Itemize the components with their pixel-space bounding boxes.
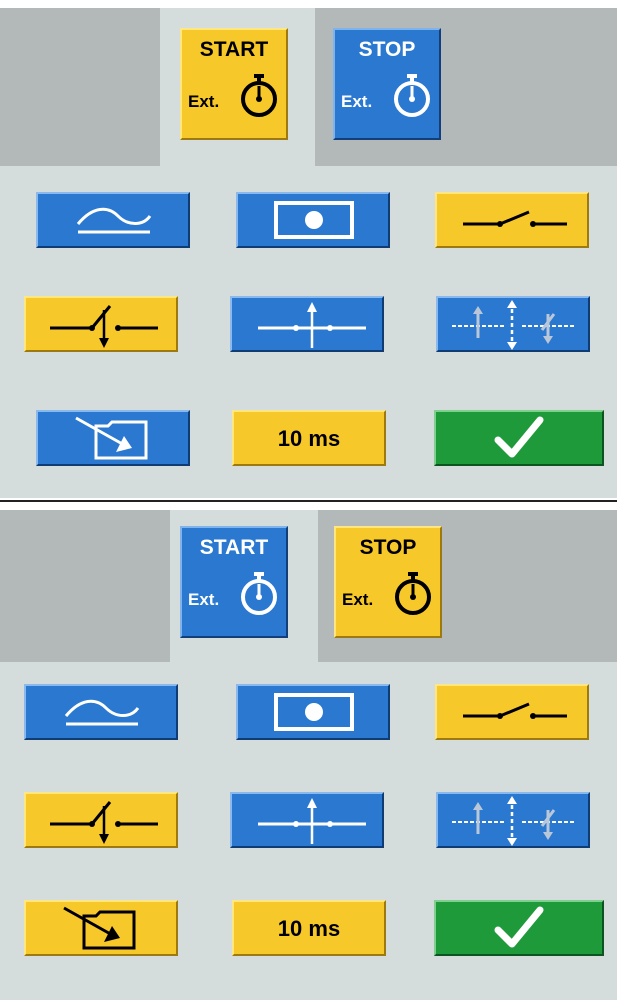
analog-trigger-button[interactable] (24, 684, 178, 740)
trigger-panel-2: START Ext. STOP Ext. 10 ms (0, 510, 617, 1000)
falling-edge-button[interactable] (24, 296, 178, 352)
ext-label: Ext. (188, 92, 220, 111)
confirm-button[interactable] (434, 900, 604, 956)
contact-falling-edge-icon (50, 801, 158, 844)
contact-rising-edge-icon (258, 302, 366, 348)
ext-label: Ext. (341, 92, 373, 111)
panel-divider (0, 500, 617, 502)
header-right-extra (468, 510, 617, 662)
stopwatch-icon (241, 572, 277, 615)
delay-button[interactable]: 10 ms (232, 410, 386, 466)
rising-edge-button[interactable] (230, 296, 384, 352)
start-ext-button[interactable]: START Ext. (180, 526, 288, 638)
header-left (0, 8, 160, 166)
analog-wave-icon (76, 207, 152, 234)
stop-ext-button[interactable]: STOP Ext. (334, 526, 442, 638)
falling-edge-button[interactable] (24, 792, 178, 848)
stopwatch-icon (241, 74, 277, 117)
contact-open-button[interactable] (435, 192, 589, 248)
save-to-folder-button[interactable] (36, 410, 190, 466)
stopwatch-icon (394, 74, 430, 117)
contact-open-button[interactable] (435, 684, 589, 740)
header-left (0, 510, 170, 662)
contact-falling-edge-icon (50, 305, 158, 348)
record-button[interactable] (236, 684, 390, 740)
both-edges-button[interactable] (436, 296, 590, 352)
check-icon (494, 416, 544, 458)
delay-value: 10 ms (277, 916, 341, 941)
delay-button[interactable]: 10 ms (232, 900, 386, 956)
record-icon (274, 201, 354, 239)
save-to-folder-icon (75, 416, 148, 460)
analog-trigger-button[interactable] (36, 192, 190, 248)
rising-edge-button[interactable] (230, 792, 384, 848)
delay-value: 10 ms (277, 426, 341, 451)
record-icon (274, 693, 354, 731)
trigger-panel-1: START Ext. STOP Ext. 10 ms (0, 8, 617, 498)
stopwatch-icon (395, 572, 431, 615)
save-to-folder-button[interactable] (24, 900, 178, 956)
start-label: START (199, 536, 269, 559)
start-label: START (199, 38, 269, 61)
check-icon (494, 906, 544, 948)
analog-wave-icon (64, 699, 140, 726)
ext-label: Ext. (188, 590, 220, 609)
confirm-button[interactable] (434, 410, 604, 466)
contact-rising-edge-icon (258, 798, 366, 844)
contact-both-edges-icon (452, 796, 576, 846)
ext-label: Ext. (342, 590, 374, 609)
contact-both-edges-icon (452, 300, 576, 350)
stop-label: STOP (359, 536, 417, 559)
record-button[interactable] (236, 192, 390, 248)
start-ext-button[interactable]: START Ext. (180, 28, 288, 140)
stop-label: STOP (358, 38, 416, 61)
stop-ext-button[interactable]: STOP Ext. (333, 28, 441, 140)
contact-open-icon (463, 702, 567, 719)
save-to-folder-icon (63, 906, 136, 950)
contact-open-icon (463, 210, 567, 227)
both-edges-button[interactable] (436, 792, 590, 848)
